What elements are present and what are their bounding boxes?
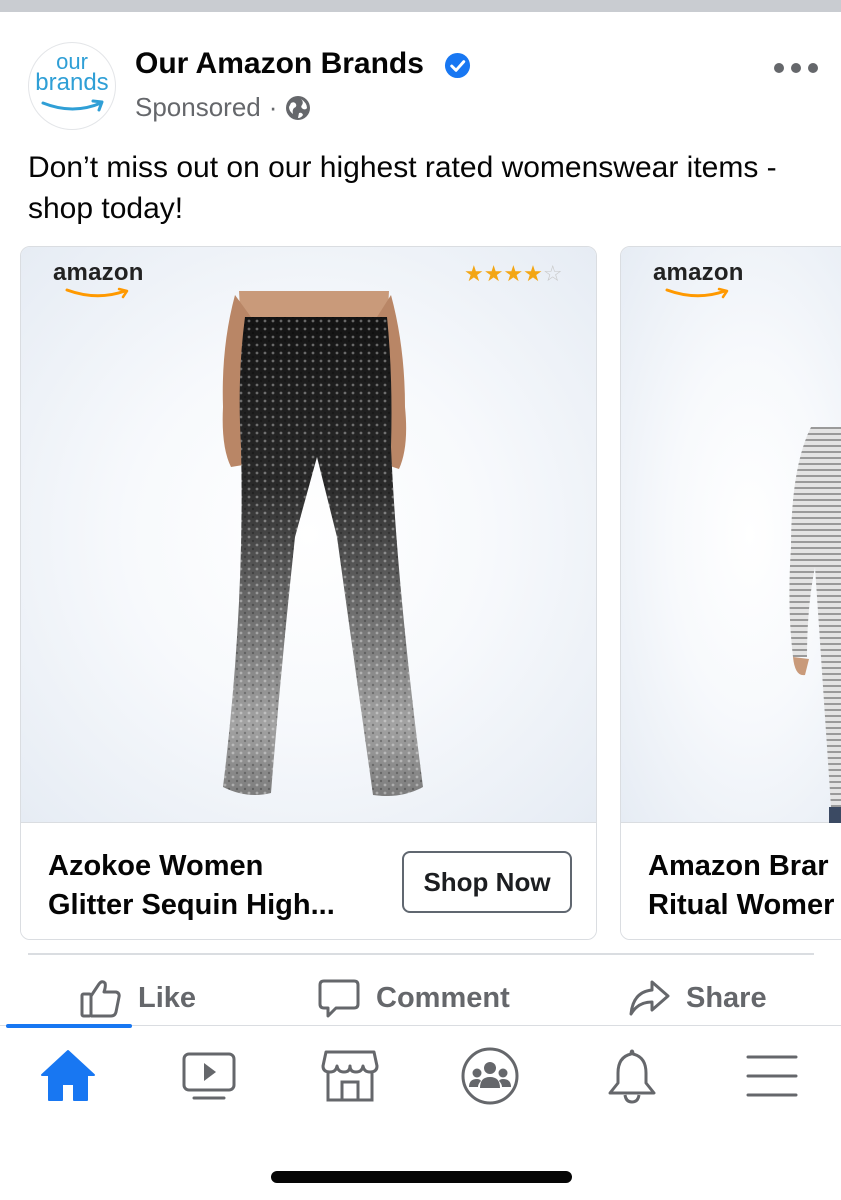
more-dot [791,63,801,73]
stars-empty: ☆ [542,261,563,286]
like-button[interactable]: Like [80,978,196,1018]
product-image[interactable]: amazon ★★★★☆ [21,247,596,823]
active-tab-indicator [6,1024,132,1028]
amazon-smile-icon [665,287,729,299]
product-title-line1: Amazon Brar [648,850,829,882]
comment-bubble-icon [318,979,360,1018]
card-footer: Amazon Brar Ritual Womer [621,823,841,939]
globe-icon [286,95,311,120]
sequin-pants-illustration [222,291,423,796]
amazon-logo: amazon [53,259,144,299]
home-indicator[interactable] [271,1171,572,1183]
more-dot [774,63,784,73]
avatar-text-line2: brands [35,69,109,96]
marketplace-store-icon [321,1050,379,1102]
thumbs-up-icon [80,980,121,1018]
home-icon [41,1050,95,1101]
amazon-logo: amazon [653,259,744,299]
product-title-line1: Azokoe Women [48,850,264,882]
share-arrow-icon [629,980,670,1016]
amazon-logo-word: amazon [53,259,144,286]
action-divider [28,953,814,955]
card-footer: Azokoe Women Glitter Sequin High... Shop… [21,823,596,939]
menu-hamburger-icon [746,1055,798,1097]
tab-marketplace[interactable] [320,1046,380,1106]
more-dot [808,63,818,73]
post-text: Don’t miss out on our highest rated wome… [28,151,777,225]
comment-label: Comment [376,981,510,1014]
carousel-card[interactable]: amazon ★★★★☆ Azokoe Women Glitter Sequin… [20,246,597,940]
carousel-card[interactable]: amazon Amazon Brar Ritual Womer [620,246,841,940]
tab-groups[interactable] [460,1046,520,1106]
product-image[interactable]: amazon [621,247,841,827]
sponsored-row: Sponsored · [135,92,311,123]
star-rating: ★★★★☆ [464,261,563,287]
more-options-icon[interactable] [774,58,818,78]
amazon-logo-word: amazon [653,259,744,286]
tab-watch[interactable] [179,1046,239,1106]
striped-top-illustration [789,427,841,827]
tab-notifications[interactable] [602,1046,662,1106]
top-status-strip [0,0,841,12]
page-name-link[interactable]: Our Amazon Brands [135,47,424,81]
stars-filled: ★★★★ [464,261,543,286]
product-title[interactable]: Azokoe Women Glitter Sequin High... [48,847,388,925]
avatar-smile-arrow-icon [41,99,104,112]
comment-button[interactable]: Comment [318,978,510,1018]
meta-separator: · [268,92,278,122]
product-title-line2: Glitter Sequin High... [48,889,335,921]
like-label: Like [138,981,197,1014]
sponsored-label[interactable]: Sponsored [135,92,261,123]
share-button[interactable]: Share [628,978,767,1018]
groups-icon [461,1047,519,1105]
product-title-line2: Ritual Womer [648,889,835,921]
bell-icon [608,1049,656,1104]
watch-video-icon [182,1052,236,1100]
tab-menu[interactable] [742,1046,802,1106]
page-avatar[interactable]: our brands [28,42,116,130]
tab-home[interactable] [38,1046,98,1106]
amazon-smile-icon [65,287,129,299]
verified-badge-icon [444,52,471,79]
share-label: Share [686,981,767,1014]
shop-now-button[interactable]: Shop Now [402,851,572,913]
product-title[interactable]: Amazon Brar Ritual Womer [648,847,841,925]
